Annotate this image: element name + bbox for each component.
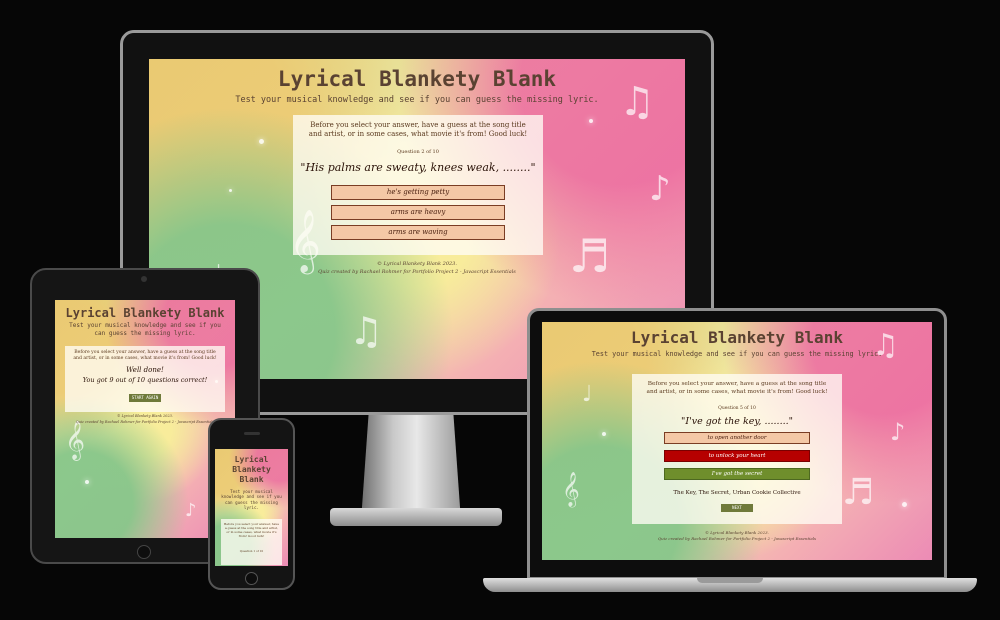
phone-app-subtitle: Test your musical knowledge and see if y… <box>221 489 282 511</box>
phone-screen: Lyrical Blankety Blank Test your musical… <box>215 449 288 566</box>
laptop-screen: ♫ ♪ ♬ 𝄞 ♩ Lyrical Blankety Blank Test yo… <box>542 322 932 560</box>
laptop-footer-credit: Quiz created by Rachael Rohmer for Portf… <box>657 536 817 541</box>
monitor-stand-base <box>330 508 502 526</box>
phone-home-button[interactable] <box>245 572 258 585</box>
desktop-question-counter: Question 2 of 10 <box>397 149 439 155</box>
tablet-restart-button[interactable]: START AGAIN <box>129 394 161 402</box>
laptop-lyric: "I've got the key, ........" <box>680 416 793 427</box>
laptop-answer-button[interactable]: to open another door <box>664 432 810 444</box>
laptop-song-reveal: The Key, The Secret, Urban Cookie Collec… <box>673 490 801 496</box>
phone-quiz-panel: Before you select your answer, have a gu… <box>221 519 282 565</box>
tablet-footer-credit: Quiz created by Rachael Rohmer for Portf… <box>75 420 215 424</box>
desktop-quiz-panel: Before you select your answer, have a gu… <box>293 115 543 255</box>
monitor-stand-neck <box>361 415 461 515</box>
desktop-app-title: Lyrical Blankety Blank <box>277 67 557 91</box>
laptop-next-button[interactable]: NEXT <box>721 504 753 512</box>
laptop-intro-text: Before you select your answer, have a gu… <box>646 381 828 395</box>
laptop-answer-button-correct[interactable]: I've got the secret <box>664 468 810 480</box>
phone-speaker <box>244 432 260 435</box>
phone-intro-text: Before you select your answer, have a gu… <box>224 522 279 538</box>
desktop-answer-button[interactable]: arms are heavy <box>331 205 505 220</box>
phone-question-counter: Question 1 of 10 <box>239 549 264 553</box>
tablet-app-title: Lyrical Blankety Blank <box>65 306 225 320</box>
tablet-app-subtitle: Test your musical knowledge and see if y… <box>69 322 221 337</box>
phone-app-title: Lyrical Blankety Blank <box>232 455 271 484</box>
desktop-answer-button[interactable]: arms are waving <box>331 225 505 240</box>
tablet-quiz-panel: Before you select your answer, have a gu… <box>65 346 225 412</box>
desktop-app-subtitle: Test your musical knowledge and see if y… <box>235 95 599 105</box>
laptop-lid: ♫ ♪ ♬ 𝄞 ♩ Lyrical Blankety Blank Test yo… <box>527 308 947 580</box>
tablet-footer-copyright: © Lyrical Blankety Blank 2023. <box>117 414 173 418</box>
laptop-app-title: Lyrical Blankety Blank <box>631 328 843 347</box>
desktop-footer-copyright: © Lyrical Blankety Blank 2023. <box>377 261 457 267</box>
laptop-question-counter: Question 5 of 10 <box>718 406 756 411</box>
laptop-app-subtitle: Test your musical knowledge and see if y… <box>591 350 883 358</box>
laptop-base-notch <box>697 578 763 583</box>
tablet-intro-text: Before you select your answer, have a gu… <box>73 350 217 361</box>
laptop-footer-copyright: © Lyrical Blankety Blank 2023. <box>705 530 769 535</box>
tablet-camera <box>141 276 147 282</box>
desktop-lyric: "His palms are sweaty, knees weak, .....… <box>300 161 536 174</box>
tablet-result-line1: Well done! <box>126 366 164 374</box>
laptop-answer-button-wrong[interactable]: to unlock your heart <box>664 450 810 462</box>
desktop-answer-button[interactable]: he's getting petty <box>331 185 505 200</box>
laptop-quiz-panel: Before you select your answer, have a gu… <box>632 374 842 524</box>
tablet-home-button[interactable] <box>137 545 151 559</box>
desktop-intro-text: Before you select your answer, have a gu… <box>308 121 528 138</box>
tablet-result-line2: You got 9 out of 10 questions correct! <box>82 376 208 384</box>
phone-device: Lyrical Blankety Blank Test your musical… <box>208 418 295 590</box>
